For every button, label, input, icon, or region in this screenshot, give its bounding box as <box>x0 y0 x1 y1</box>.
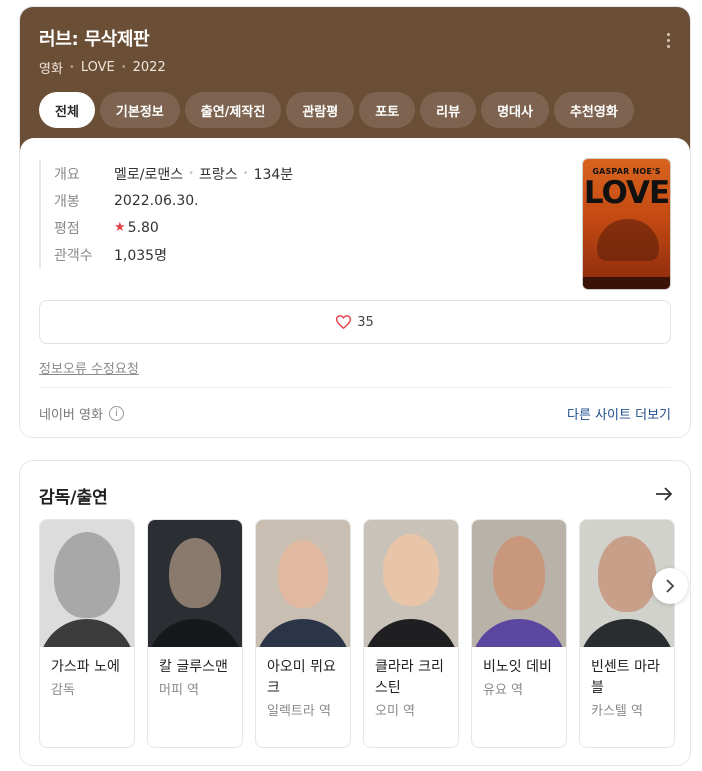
person-photo <box>256 520 350 647</box>
movie-poster[interactable]: GASPAR NOE'S LOVE <box>582 158 671 290</box>
person-name: 빈센트 마라블 <box>591 659 660 696</box>
tab-cast-crew[interactable]: 출연/제작진 <box>184 92 282 128</box>
poster-strip <box>583 277 670 289</box>
person-photo <box>40 520 134 647</box>
cast-item[interactable]: 비노잇 데비 유요 역 <box>471 519 567 748</box>
cast-card: 감독/출연 가스파 노에 감독 칼 글루스맨 머피 역 아오미 뮈요크 일렉트라… <box>19 460 691 766</box>
movie-info-card: 러브: 무삭제판 영화 • LOVE • 2022 전체 기본정보 출연/제작진… <box>19 6 691 438</box>
rating-value: 5.80 <box>127 219 159 236</box>
person-role: 감독 <box>51 683 75 698</box>
person-name: 가스파 노에 <box>51 659 120 675</box>
person-photo <box>148 520 242 647</box>
like-button[interactable]: 35 <box>39 300 671 344</box>
movie-year: 2022 <box>132 60 166 75</box>
movie-type: 영화 <box>39 62 63 77</box>
fact-rating: 평점 ★ 5.80 <box>54 214 293 241</box>
cast-item[interactable]: 빈센트 마라블 카스텔 역 <box>579 519 675 748</box>
release-date: 2022.06.30. <box>114 192 199 209</box>
tab-recommended[interactable]: 추천영화 <box>553 92 634 128</box>
fact-release: 개봉 2022.06.30. <box>54 187 293 214</box>
person-role: 머피 역 <box>159 683 200 698</box>
person-role: 카스텔 역 <box>591 704 643 719</box>
movie-header: 러브: 무삭제판 영화 • LOVE • 2022 전체 기본정보 출연/제작진… <box>20 7 690 152</box>
cast-list: 가스파 노에 감독 칼 글루스맨 머피 역 아오미 뮈요크 일렉트라 역 클라라… <box>39 519 675 748</box>
tab-quotes[interactable]: 명대사 <box>481 92 549 128</box>
more-options-icon[interactable] <box>660 29 676 51</box>
person-name: 칼 글루스맨 <box>159 659 228 675</box>
fact-summary: 개요 멜로/로맨스 • 프랑스 • 134분 <box>54 160 293 187</box>
poster-figure <box>597 219 659 261</box>
person-photo <box>364 520 458 647</box>
movie-subtitle: 영화 • LOVE • 2022 <box>39 58 671 77</box>
divider <box>39 387 671 388</box>
cast-item[interactable]: 가스파 노에 감독 <box>39 519 135 748</box>
star-icon: ★ <box>114 220 126 235</box>
cast-section-title: 감독/출연 <box>39 488 108 508</box>
tab-photos[interactable]: 포토 <box>359 92 416 128</box>
tab-bar: 전체 기본정보 출연/제작진 관람평 포토 리뷰 명대사 추천영화 <box>39 92 671 128</box>
genre[interactable]: 멜로/로맨스 <box>114 164 183 184</box>
audience-count: 1,035명 <box>114 247 167 264</box>
person-role: 유요 역 <box>483 683 524 698</box>
movie-original-title: LOVE <box>80 60 115 75</box>
fact-audience: 관객수 1,035명 <box>54 241 293 268</box>
cast-item[interactable]: 칼 글루스맨 머피 역 <box>147 519 243 748</box>
fact-label: 개요 <box>54 166 80 183</box>
person-name: 아오미 뮈요크 <box>267 659 336 696</box>
person-name: 비노잇 데비 <box>483 659 552 675</box>
runtime: 134분 <box>253 166 294 183</box>
country[interactable]: 프랑스 <box>199 164 238 184</box>
heart-icon <box>336 315 352 329</box>
person-role: 오미 역 <box>375 704 416 719</box>
tab-reviews[interactable]: 리뷰 <box>420 92 477 128</box>
tab-all[interactable]: 전체 <box>39 92 95 128</box>
person-role: 일렉트라 역 <box>267 704 331 719</box>
separator-dot: • <box>68 62 75 73</box>
person-name: 클라라 크리스틴 <box>375 659 444 696</box>
fact-label: 개봉 <box>54 193 80 210</box>
separator-dot: • <box>120 62 127 73</box>
cast-item[interactable]: 클라라 크리스틴 오미 역 <box>363 519 459 748</box>
tab-basic-info[interactable]: 기본정보 <box>99 92 180 128</box>
poster-big-text: LOVE <box>583 175 670 211</box>
info-body: 개요 멜로/로맨스 • 프랑스 • 134분 개봉 2022.06.30. 평점… <box>20 138 690 437</box>
carousel-next-button[interactable] <box>652 568 688 604</box>
cast-item[interactable]: 아오미 뮈요크 일렉트라 역 <box>255 519 351 748</box>
like-count: 35 <box>357 314 374 330</box>
other-sites-link[interactable]: 다른 사이트 더보기 <box>567 404 671 423</box>
fact-label: 관객수 <box>54 247 93 264</box>
source-label: 네이버 영화 i <box>39 404 124 423</box>
movie-facts: 개요 멜로/로맨스 • 프랑스 • 134분 개봉 2022.06.30. 평점… <box>39 160 293 268</box>
arrow-right-icon[interactable] <box>655 486 673 502</box>
info-icon[interactable]: i <box>108 406 124 421</box>
fact-label: 평점 <box>54 220 80 237</box>
tab-ratings[interactable]: 관람평 <box>286 92 355 128</box>
person-photo <box>472 520 566 647</box>
report-error-link[interactable]: 정보오류 수정요청 <box>39 358 139 377</box>
chevron-right-icon <box>666 579 675 593</box>
source-name: 네이버 영화 <box>39 408 103 423</box>
movie-title: 러브: 무삭제판 <box>39 29 150 50</box>
